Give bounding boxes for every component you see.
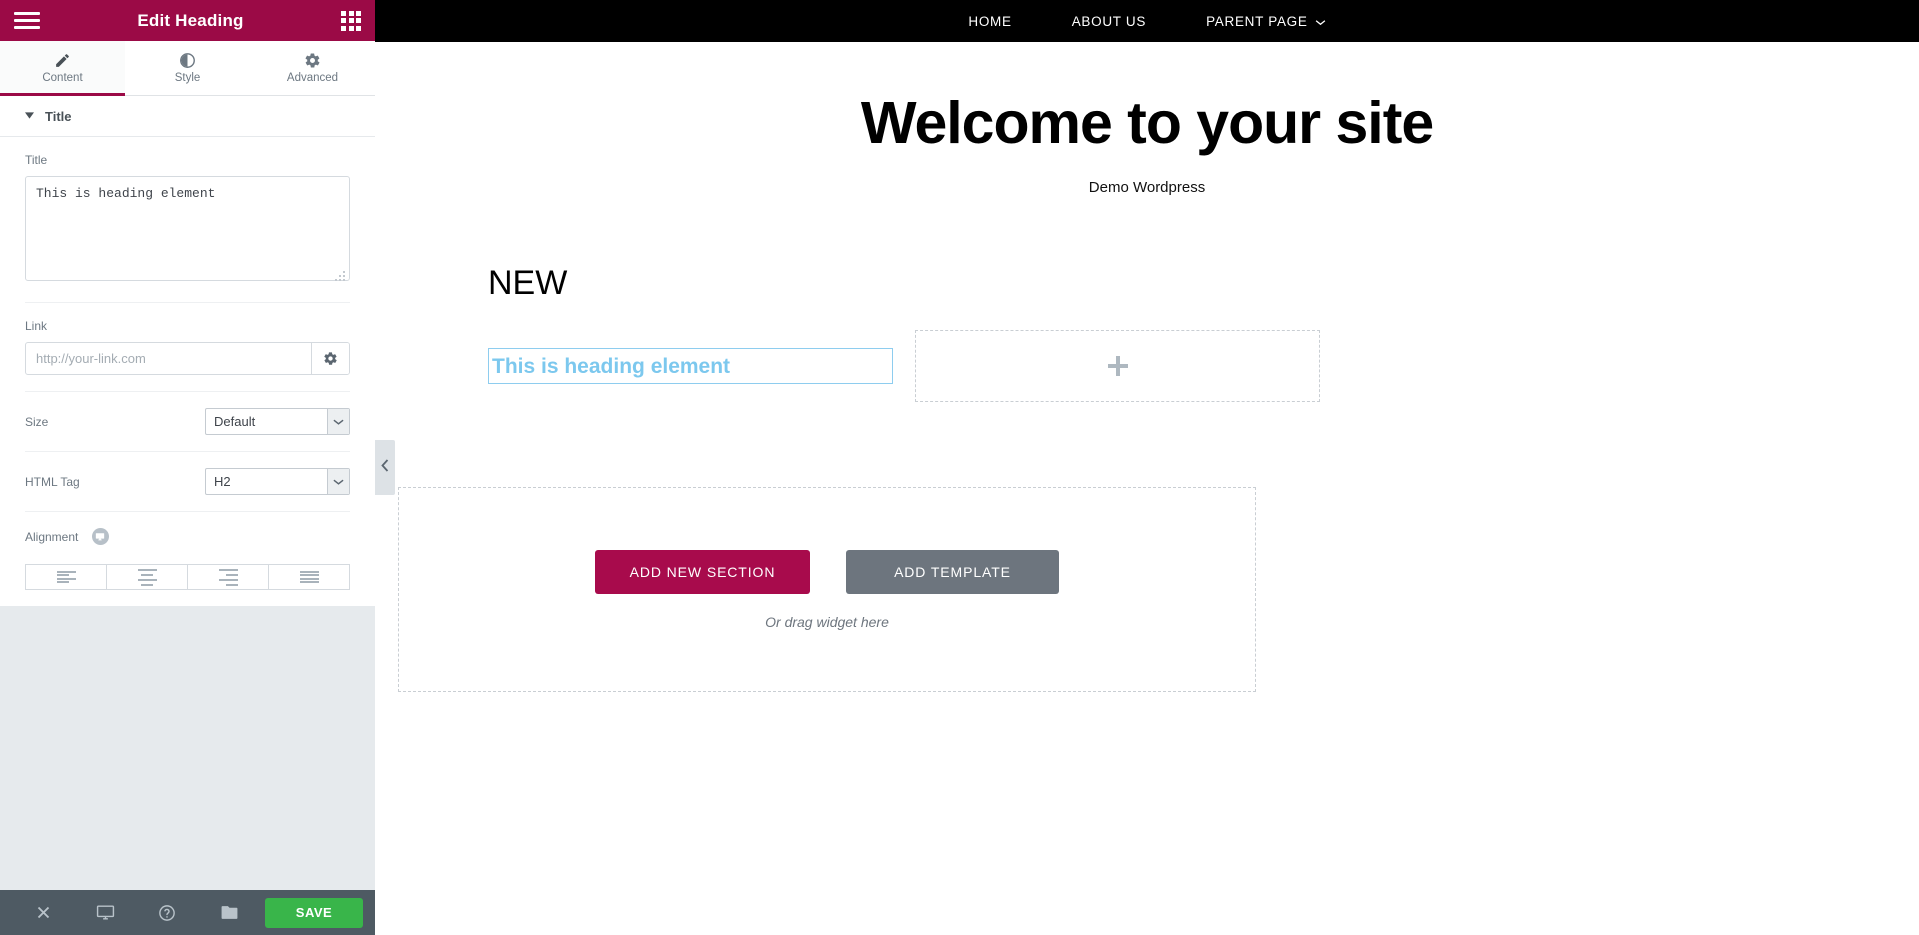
chevron-down-icon — [1315, 14, 1326, 29]
panel-header: Edit Heading — [0, 0, 375, 41]
nav-item-label: PARENT PAGE — [1206, 14, 1307, 29]
section-new-heading: NEW — [488, 266, 1919, 300]
alignment-label: Alignment — [25, 530, 78, 544]
panel-tabs: Content Style Advanced — [0, 41, 375, 96]
html-tag-label: HTML Tag — [25, 475, 80, 489]
add-section-dropzone[interactable]: ADD NEW SECTION ADD TEMPLATE Or drag wid… — [398, 487, 1256, 692]
size-select-value: Default — [206, 414, 327, 429]
hero-tagline: Demo Wordpress — [375, 179, 1919, 196]
html-tag-select[interactable]: H2 — [205, 468, 350, 495]
tab-advanced-label: Advanced — [287, 72, 338, 84]
section-header-title[interactable]: Title — [0, 96, 375, 137]
nav-item-home[interactable]: HOME — [938, 14, 1041, 29]
panel-body: Title Title — [0, 96, 375, 890]
gear-icon — [304, 52, 321, 69]
nav-item-about-us[interactable]: ABOUT US — [1042, 14, 1176, 29]
align-left-button[interactable] — [25, 564, 106, 590]
hamburger-menu-icon[interactable] — [14, 12, 40, 29]
tab-content[interactable]: Content — [0, 41, 125, 95]
widgets-grid-icon[interactable] — [341, 11, 361, 31]
heading-widget-text: This is heading element — [492, 356, 730, 377]
add-template-button[interactable]: ADD TEMPLATE — [846, 550, 1059, 594]
contrast-circle-icon — [179, 52, 196, 69]
title-textarea-wrap — [25, 176, 350, 286]
chevron-down-icon — [327, 409, 349, 434]
control-link: Link — [25, 303, 350, 392]
control-html-tag: HTML Tag H2 — [25, 452, 350, 512]
panel-title: Edit Heading — [40, 11, 341, 31]
monitor-responsive-icon[interactable] — [74, 903, 136, 922]
html-tag-select-value: H2 — [206, 474, 327, 489]
title-input[interactable] — [25, 176, 350, 281]
nav-item-parent-page[interactable]: PARENT PAGE — [1176, 14, 1355, 29]
control-alignment: Alignment — [25, 512, 350, 606]
hero-heading: Welcome to your site — [375, 94, 1919, 153]
nav-item-label: ABOUT US — [1072, 14, 1146, 29]
nav-item-label: HOME — [968, 14, 1011, 29]
control-size: Size Default — [25, 392, 350, 452]
align-left-icon — [57, 569, 76, 585]
folder-library-icon[interactable] — [198, 903, 260, 922]
pencil-icon — [54, 52, 71, 69]
align-justify-button[interactable] — [268, 564, 350, 590]
save-button[interactable]: SAVE — [265, 898, 363, 928]
add-new-section-button[interactable]: ADD NEW SECTION — [595, 550, 810, 594]
controls-wrapper: Title Title — [0, 96, 375, 606]
elementor-editor: Edit Heading Content — [0, 0, 1919, 935]
link-options-gear-icon[interactable] — [311, 343, 349, 374]
monitor-device-icon[interactable] — [92, 528, 109, 545]
chevron-left-icon — [381, 459, 389, 477]
tab-advanced[interactable]: Advanced — [250, 41, 375, 95]
title-label: Title — [25, 153, 350, 167]
drag-widget-hint: Or drag widget here — [765, 614, 889, 630]
tab-content-label: Content — [42, 72, 82, 84]
empty-column-dropzone[interactable] — [915, 330, 1320, 402]
help-question-icon[interactable] — [136, 904, 198, 922]
elementor-panel: Edit Heading Content — [0, 0, 375, 935]
close-icon[interactable] — [12, 905, 74, 920]
alignment-buttons — [25, 564, 350, 590]
plus-icon — [1108, 356, 1128, 376]
align-right-icon — [219, 567, 238, 587]
panel-footer: SAVE — [0, 890, 375, 935]
chevron-down-icon — [327, 469, 349, 494]
align-center-button[interactable] — [106, 564, 187, 590]
tab-style-label: Style — [175, 72, 201, 84]
site-navigation: HOME ABOUT US PARENT PAGE — [375, 0, 1919, 42]
link-label: Link — [25, 319, 350, 333]
tab-style[interactable]: Style — [125, 41, 250, 95]
control-title: Title — [25, 137, 350, 303]
align-right-button[interactable] — [187, 564, 268, 590]
align-justify-icon — [300, 569, 319, 585]
size-label: Size — [25, 415, 48, 429]
hero-section: Welcome to your site Demo Wordpress — [375, 42, 1919, 196]
add-section-buttons: ADD NEW SECTION ADD TEMPLATE — [595, 550, 1059, 594]
columns-row: This is heading element — [375, 348, 1919, 402]
align-center-icon — [138, 567, 157, 587]
caret-down-icon — [25, 112, 34, 121]
link-input[interactable] — [26, 343, 311, 374]
section-new: NEW — [375, 266, 1919, 300]
section-title-label: Title — [45, 109, 72, 124]
heading-widget-selected[interactable]: This is heading element — [488, 348, 893, 384]
link-input-row — [25, 342, 350, 375]
preview-canvas: HOME ABOUT US PARENT PAGE Welcome to you… — [375, 0, 1919, 935]
controls-group: Title Link — [0, 137, 375, 606]
panel-collapse-handle[interactable] — [375, 440, 395, 495]
size-select[interactable]: Default — [205, 408, 350, 435]
